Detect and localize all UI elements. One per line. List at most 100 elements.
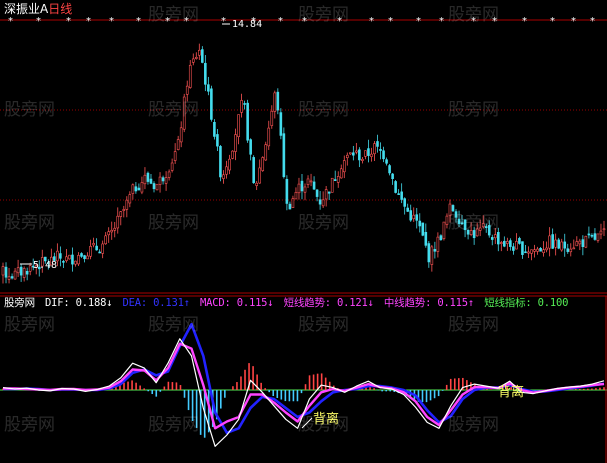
candle-body: [587, 233, 591, 236]
candle-body: [599, 230, 603, 235]
marker-star: *: [86, 16, 91, 27]
candle-body: [170, 162, 174, 171]
candle-body: [270, 110, 274, 126]
marker-star: *: [136, 16, 141, 27]
candle-body: [430, 246, 434, 265]
candle-body: [7, 276, 11, 280]
candle-body: [527, 251, 530, 254]
candle-body: [412, 214, 416, 220]
candle-body: [149, 178, 153, 184]
candle-body: [481, 223, 485, 228]
candle-body: [104, 235, 107, 245]
marker-star: *: [221, 16, 226, 27]
candle-body: [545, 247, 548, 251]
candle-body: [258, 167, 262, 184]
candle-body: [379, 149, 382, 151]
candle-body: [367, 148, 370, 156]
candle-body: [98, 251, 101, 254]
candle-body: [397, 193, 400, 195]
candle-body: [207, 84, 210, 92]
candle-body: [373, 143, 376, 155]
candle-body: [225, 166, 228, 175]
candle-body: [261, 157, 265, 171]
candle-body: [518, 238, 521, 244]
candle-body: [194, 57, 198, 59]
candle-body: [282, 133, 286, 178]
candle-body: [339, 168, 343, 179]
candle-body: [536, 248, 539, 252]
marker-star: *: [550, 16, 555, 27]
legend-dif: DIF: 0.188↓: [45, 297, 113, 309]
candle-body: [65, 256, 68, 261]
candle-body: [234, 134, 237, 152]
candle-body: [442, 221, 446, 239]
marker-star: *: [369, 16, 374, 27]
candle-body: [466, 229, 470, 235]
candle-body: [243, 103, 246, 105]
candle-body: [530, 249, 533, 254]
candle-body: [557, 239, 560, 249]
candle-body: [581, 239, 585, 247]
candle-body: [551, 234, 554, 249]
candlestick-series: [1, 43, 606, 284]
marker-star: *: [522, 16, 527, 27]
candle-body: [246, 102, 249, 141]
candle-body: [89, 246, 92, 257]
divergence-label-2: 背离: [498, 384, 524, 400]
divergence-label-1: 背离: [313, 411, 339, 427]
candle-body: [515, 241, 518, 250]
candle-body: [391, 173, 394, 180]
candle-body: [521, 241, 524, 255]
candle-body: [306, 178, 310, 185]
candle-body: [469, 230, 473, 235]
candle-body: [101, 243, 104, 254]
candle-body: [309, 180, 313, 183]
candle-body: [188, 64, 192, 88]
indicator-legend: 股旁网 DIF: 0.188↓ DEA: 0.131↑ MACD: 0.115↓…: [4, 297, 572, 310]
candle-body: [593, 233, 597, 240]
candle-body: [457, 218, 461, 225]
marker-star: *: [439, 16, 444, 27]
candle-body: [506, 241, 509, 244]
candle-body: [563, 241, 567, 249]
candle-body: [213, 121, 216, 137]
candle-body: [143, 174, 147, 185]
candle-body: [400, 191, 403, 200]
candle-body: [83, 255, 86, 260]
candle-body: [433, 249, 437, 252]
candle-body: [152, 183, 156, 190]
candle-body: [237, 114, 240, 138]
marker-star: *: [278, 16, 283, 27]
chart-title: 深振业A日线: [4, 2, 72, 16]
candle-body: [273, 92, 277, 112]
candle-body: [74, 260, 77, 265]
stock-name: 深振业A: [4, 2, 49, 16]
candle-body: [584, 235, 588, 248]
candle-body: [496, 232, 500, 245]
candle-body: [122, 209, 126, 211]
marker-star: *: [302, 16, 307, 27]
candle-body: [276, 91, 280, 111]
candle-body: [312, 181, 316, 190]
candle-body: [267, 127, 271, 147]
candle-body: [451, 205, 455, 212]
candle-body: [297, 183, 301, 194]
candle-body: [500, 242, 503, 244]
candle-body: [503, 240, 506, 247]
candle-body: [25, 271, 29, 275]
candle-body: [155, 183, 159, 191]
candle-body: [472, 230, 476, 239]
candle-body: [173, 151, 177, 161]
candle-body: [424, 231, 428, 246]
candle-body: [364, 150, 367, 157]
candle-body: [92, 243, 95, 246]
marker-star: *: [337, 16, 342, 27]
candle-body: [140, 182, 144, 193]
candle-body: [86, 255, 89, 260]
candle-body: [542, 249, 545, 253]
legend-mid-trend: 中线趋势: 0.115↑: [383, 297, 475, 309]
candle-body: [358, 149, 361, 161]
candle-body: [219, 146, 222, 178]
candle-body: [249, 139, 252, 155]
candle-body: [255, 182, 258, 186]
